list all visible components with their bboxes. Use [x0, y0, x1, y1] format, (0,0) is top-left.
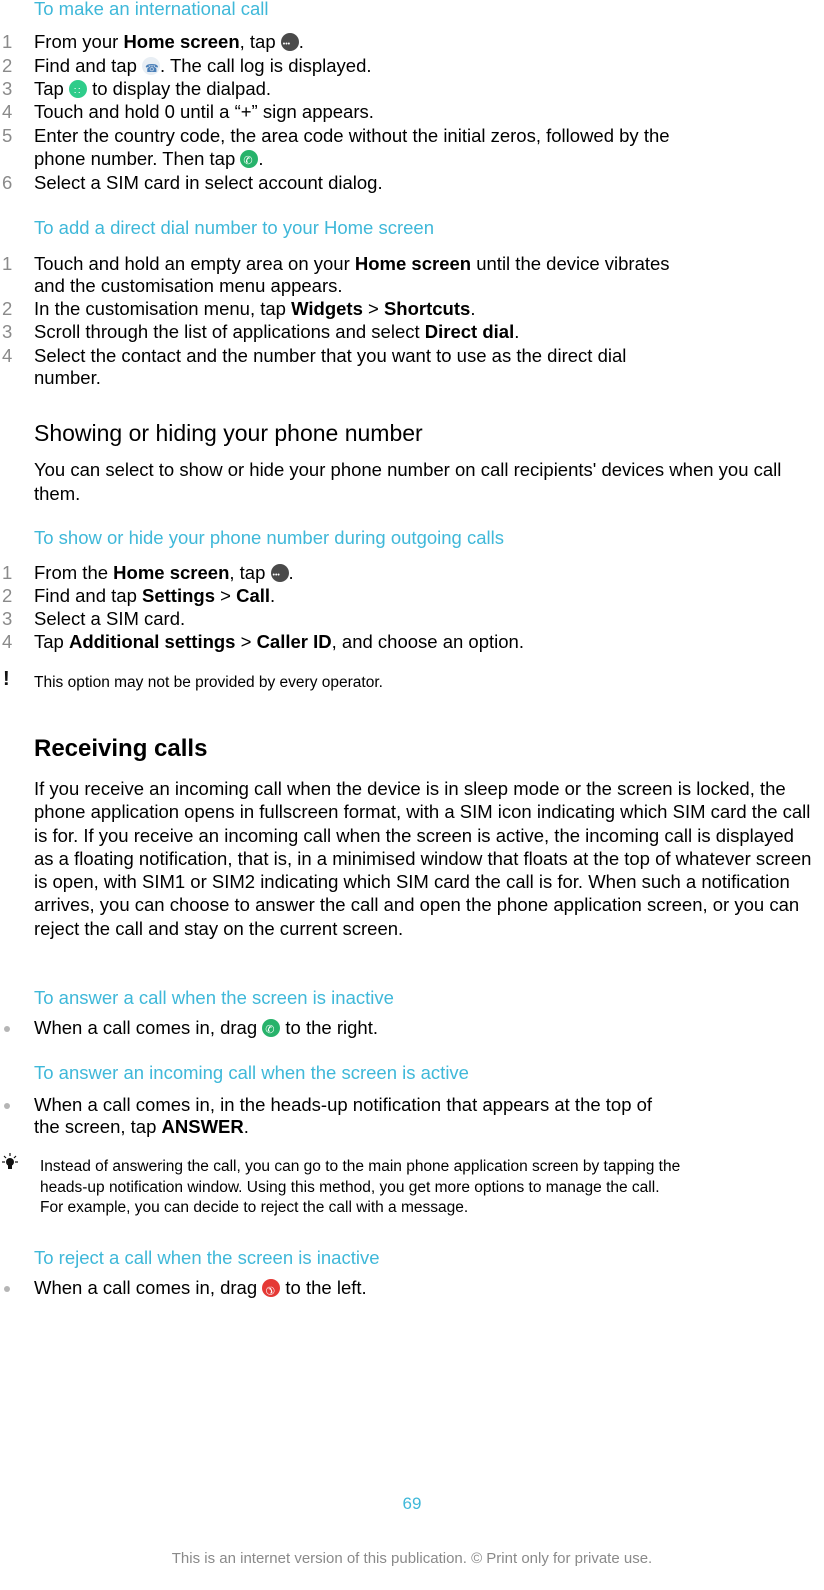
paragraph-receiving-calls: If you receive an incoming call when the… — [34, 778, 812, 939]
bullet-dot — [4, 1103, 10, 1109]
heading-show-hide-number: Showing or hiding your phone number — [34, 420, 423, 446]
tip-text: Instead of answering the call, you can g… — [40, 1158, 681, 1216]
call-log-icon — [142, 57, 160, 80]
page-number: 69 — [402, 1494, 422, 1513]
subheading-reject-inactive: To reject a call when the screen is inac… — [34, 1247, 380, 1268]
apps-icon — [280, 33, 299, 56]
home-screen-term: Home screen — [123, 31, 240, 52]
operator-note: This option may not be provided by every… — [34, 674, 383, 691]
subheading-answer-inactive: To answer a call when the screen is inac… — [34, 987, 394, 1008]
subheading-show-hide-outgoing: To show or hide your phone number during… — [34, 527, 504, 548]
bullet-dot — [4, 1286, 10, 1292]
subheading-direct-dial: To add a direct dial number to your Home… — [34, 217, 435, 238]
heading-receiving-calls: Receiving calls — [34, 735, 208, 762]
tip-lightbulb-icon — [0, 1152, 24, 1174]
subheading-answer-active: To answer an incoming call when the scre… — [34, 1062, 469, 1083]
answer-call-icon — [262, 1019, 281, 1041]
dialpad-icon — [68, 80, 87, 103]
bullet-dot — [4, 1026, 10, 1032]
paragraph-show-hide: You can select to show or hide your phon… — [34, 459, 782, 504]
reject-call-icon — [262, 1279, 281, 1297]
footer-notice: This is an internet version of this publ… — [171, 1550, 653, 1567]
apps-icon — [270, 564, 289, 587]
subheading-international-call: To make an international call — [34, 0, 269, 19]
call-icon — [240, 150, 259, 172]
warning-exclamation-icon: ! — [3, 668, 10, 690]
